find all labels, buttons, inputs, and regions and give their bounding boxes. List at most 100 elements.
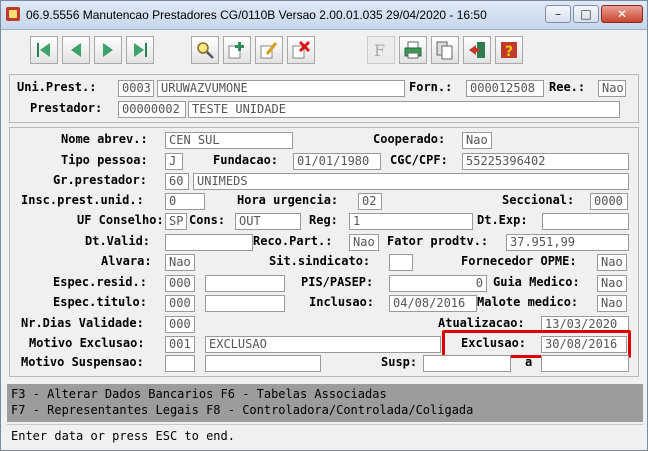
maximize-button[interactable]: □ <box>573 5 599 23</box>
seccional-field[interactable]: 0000 <box>590 193 628 210</box>
exit-icon[interactable] <box>463 36 491 64</box>
edit-icon[interactable] <box>255 36 283 64</box>
cons-field[interactable]: OUT <box>235 213 301 230</box>
motivo-suspensao-code-field[interactable] <box>165 355 195 372</box>
nr-dias-validade-field[interactable]: 000 <box>165 316 195 333</box>
susp-label: Susp: <box>381 355 418 369</box>
tipo-pessoa-label: Tipo pessoa: <box>61 153 148 167</box>
inclusao-field[interactable]: 04/08/2016 <box>389 295 477 312</box>
gr-prestador-name-field: UNIMEDS <box>193 173 629 190</box>
gr-prestador-code-field[interactable]: 60 <box>165 173 189 190</box>
uni-prest-code-field[interactable]: 0003 <box>118 80 154 97</box>
forn-field[interactable]: 000012508 <box>466 80 544 97</box>
inclusao-label: Inclusao: <box>309 295 375 309</box>
espec-resid-code-field[interactable]: 000 <box>165 275 195 292</box>
uf-conselho-label: UF Conselho: <box>77 213 164 227</box>
help-icon[interactable]: ? <box>495 36 523 64</box>
dt-exp-label: Dt.Exp: <box>477 213 528 227</box>
fator-prodtv-label: Fator prodtv.: <box>387 234 489 248</box>
alvara-label: Alvara: <box>101 254 152 268</box>
tipo-pessoa-field[interactable]: J <box>165 153 183 170</box>
title-bar: 06.9.5556 Manutencao Prestadores CG/0110… <box>1 1 647 30</box>
reco-part-field[interactable]: Nao <box>349 234 379 251</box>
close-button[interactable]: ✕ <box>601 5 643 23</box>
status-bar: Enter data or press ESC to end. <box>7 424 643 447</box>
uni-prest-name-field: URUWAZVUMONE <box>157 80 405 97</box>
nome-abrev-field[interactable]: CEN SUL <box>165 132 293 149</box>
minimize-button[interactable]: – <box>545 5 571 23</box>
malote-medico-field[interactable]: Nao <box>597 295 627 312</box>
next-record-icon[interactable] <box>94 36 122 64</box>
search-icon[interactable] <box>191 36 219 64</box>
fundacao-field[interactable]: 01/01/1980 <box>293 153 381 170</box>
print-icon[interactable] <box>399 36 427 64</box>
forn-label: Forn.: <box>409 80 453 94</box>
malote-medico-label: Malote medico: <box>477 295 579 309</box>
reco-part-label: Reco.Part.: <box>253 234 333 248</box>
prestador-name-field: TESTE UNIDADE <box>188 101 620 118</box>
motivo-exclusao-label: Motivo Exclusao: <box>29 336 145 350</box>
guia-medico-field[interactable]: Nao <box>597 275 627 292</box>
motivo-suspensao-desc-field <box>205 355 321 372</box>
last-record-icon[interactable] <box>126 36 154 64</box>
alvara-field[interactable]: Nao <box>165 254 195 271</box>
uni-prest-label: Uni.Prest.: <box>17 80 97 94</box>
insc-prest-unid-label: Insc.prest.unid.: <box>21 193 144 207</box>
cooperado-field[interactable]: Nao <box>462 132 492 149</box>
function-keys-bar: F3 - Alterar Dados Bancarios F6 - Tabela… <box>7 384 643 422</box>
nr-dias-validade-label: Nr.Dias Validade: <box>21 316 144 330</box>
fornecedor-opme-field[interactable]: Nao <box>597 254 627 271</box>
dt-exp-field[interactable] <box>542 213 629 230</box>
hora-urgencia-field[interactable]: 02 <box>358 193 382 210</box>
motivo-suspensao-label: Motivo Suspensao: <box>21 355 144 369</box>
seccional-label: Seccional: <box>502 193 575 207</box>
ree-label: Ree.: <box>549 80 586 94</box>
first-record-icon[interactable] <box>30 36 58 64</box>
susp-start-field[interactable] <box>423 355 511 372</box>
delete-icon[interactable] <box>287 36 315 64</box>
prestador-code-field[interactable]: 00000002 <box>118 101 186 118</box>
espec-resid-desc-field <box>205 275 285 292</box>
pis-pasep-label: PIS/PASEP: <box>301 275 374 289</box>
app-icon <box>6 7 20 21</box>
previous-record-icon[interactable] <box>62 36 90 64</box>
insc-prest-unid-field[interactable]: 0 <box>165 193 205 210</box>
ree-field[interactable]: Nao <box>598 80 626 97</box>
uf-conselho-field[interactable]: SP <box>165 213 187 230</box>
pis-pasep-field[interactable]: 0 <box>389 275 487 292</box>
cgc-cpf-field[interactable]: 55225396402 <box>462 153 629 170</box>
fornecedor-opme-label: Fornecedor OPME: <box>461 254 577 268</box>
dt-valid-label: Dt.Valid: <box>85 234 151 248</box>
guia-medico-label: Guia Medico: <box>493 275 580 289</box>
gr-prestador-label: Gr.prestador: <box>53 173 147 187</box>
reg-field[interactable]: 1 <box>349 213 473 230</box>
fator-prodtv-field[interactable]: 37.951,99 <box>506 234 629 251</box>
susp-to-label: a <box>525 355 533 369</box>
dt-valid-field[interactable] <box>165 234 253 251</box>
motivo-exclusao-code-field[interactable]: 001 <box>165 336 195 353</box>
espec-titulo-desc-field <box>205 295 285 312</box>
exclusao-highlight <box>442 330 631 358</box>
espec-titulo-code-field[interactable]: 000 <box>165 295 195 312</box>
cooperado-label: Cooperado: <box>373 132 446 146</box>
reg-label: Reg: <box>309 213 338 227</box>
svg-text:F: F <box>374 41 385 60</box>
function-keys-line-2: F7 - Representantes Legais F8 - Controla… <box>11 403 474 417</box>
fundacao-label: Fundacao: <box>213 153 279 167</box>
espec-resid-label: Espec.resid.: <box>53 275 147 289</box>
cgc-cpf-label: CGC/CPF: <box>390 153 448 167</box>
svg-text:?: ? <box>505 44 513 60</box>
add-icon[interactable] <box>223 36 251 64</box>
prestador-label: Prestador: <box>30 101 103 115</box>
function-keys-line-1: F3 - Alterar Dados Bancarios F6 - Tabela… <box>11 387 387 401</box>
cons-label: Cons: <box>189 213 226 227</box>
filter-icon[interactable]: F <box>367 36 395 64</box>
sit-sindicato-field[interactable] <box>389 254 413 271</box>
application-window: 06.9.5556 Manutencao Prestadores CG/0110… <box>0 0 648 451</box>
window-title: 06.9.5556 Manutencao Prestadores CG/0110… <box>26 8 487 22</box>
copy-icon[interactable] <box>431 36 459 64</box>
espec-titulo-label: Espec.titulo: <box>53 295 147 309</box>
susp-end-field[interactable] <box>541 355 629 372</box>
hora-urgencia-label: Hora urgencia: <box>237 193 339 207</box>
motivo-exclusao-desc-field: EXCLUSAO <box>205 336 441 353</box>
